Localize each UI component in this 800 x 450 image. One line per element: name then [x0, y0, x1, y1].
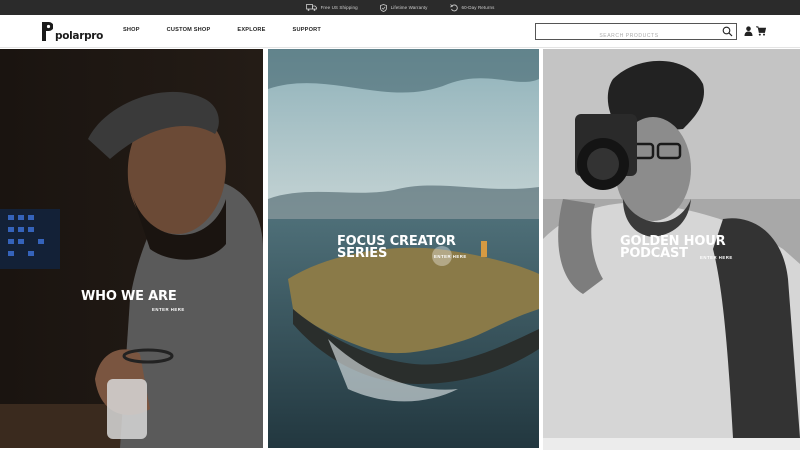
perk-label: 60-Day Returns	[461, 5, 495, 10]
panel-focus-creator-series[interactable]: FOCUS CREATOR SERIES ENTER HERE	[268, 49, 539, 448]
truck-icon	[305, 4, 317, 11]
perk-returns: 60-Day Returns	[449, 3, 495, 12]
enter-here-link[interactable]: ENTER HERE	[152, 307, 185, 312]
main-nav: SHOP CUSTOM SHOP EXPLORE SUPPORT	[123, 27, 321, 33]
perk-label: Lifetime Warranty	[390, 5, 428, 10]
search-input[interactable]	[536, 28, 736, 44]
panel-golden-hour-podcast[interactable]: GOLDEN HOUR PODCAST ENTER HERE	[543, 49, 800, 438]
nav-shop[interactable]: SHOP	[123, 27, 140, 33]
enter-here-link[interactable]: ENTER HERE	[434, 254, 467, 259]
enter-here-link[interactable]: ENTER HERE	[700, 255, 733, 260]
site-header: polarpro SHOP CUSTOM SHOP EXPLORE SUPPOR…	[0, 15, 800, 48]
panel-title: WHO WE ARE	[81, 289, 177, 304]
nav-explore[interactable]: EXPLORE	[237, 27, 265, 33]
nav-custom-shop[interactable]: CUSTOM SHOP	[167, 27, 211, 33]
shield-icon	[379, 3, 387, 12]
return-arrow-icon	[449, 3, 458, 11]
logo-text: polarpro	[55, 30, 104, 42]
panel-who-we-are[interactable]: WHO WE ARE ENTER HERE	[0, 49, 263, 448]
nav-support[interactable]: SUPPORT	[293, 27, 321, 33]
perk-label: Free US Shipping	[320, 5, 358, 10]
perk-free-shipping: Free US Shipping	[305, 4, 358, 11]
promo-bar: Free US Shipping Lifetime Warranty 60-Da…	[0, 0, 800, 15]
user-icon[interactable]	[744, 26, 753, 36]
search-box	[535, 23, 737, 44]
cart-icon[interactable]	[756, 26, 766, 36]
panel-3-footer-strip	[543, 438, 800, 450]
who-we-are-photo	[0, 49, 263, 448]
perk-warranty: Lifetime Warranty	[379, 3, 428, 12]
polarpro-logo[interactable]: polarpro	[42, 22, 103, 41]
search-icon[interactable]	[722, 26, 733, 37]
polarpro-logo-mark-icon	[42, 22, 53, 41]
